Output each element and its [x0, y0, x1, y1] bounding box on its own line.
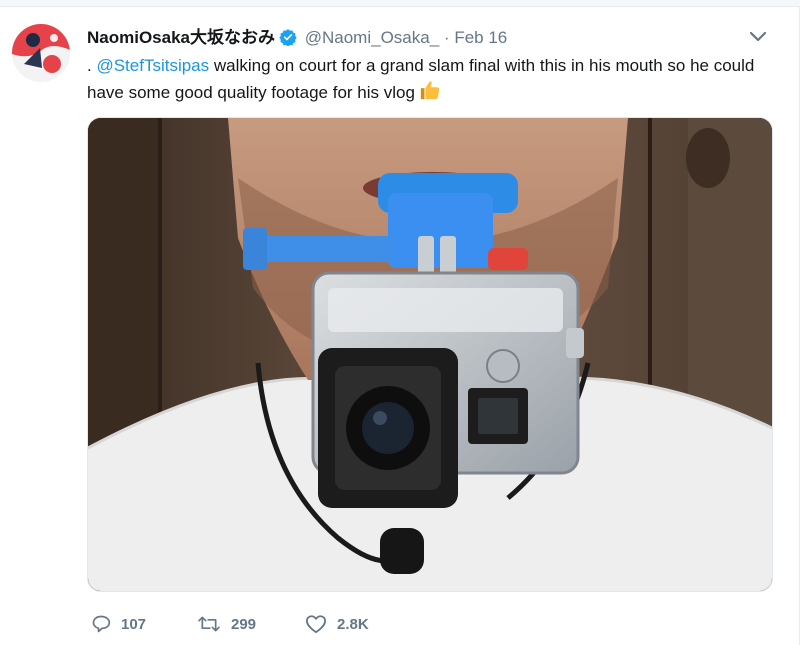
reply-icon [92, 615, 111, 633]
verified-badge-icon [279, 28, 297, 51]
retweet-count: 299 [231, 615, 257, 633]
tweet-header: NaomiOsaka大坂なおみ @Naomi_Osaka_ · Feb 16 [87, 23, 507, 47]
reply-count: 107 [121, 615, 147, 633]
top-divider [0, 0, 800, 7]
photo-gopro [88, 118, 772, 591]
tweet-text: . @StefTsitsipas walking on court for a … [87, 52, 777, 109]
avatar[interactable] [12, 24, 70, 82]
heart-icon [305, 615, 326, 634]
like-button[interactable]: 2.8K [305, 609, 369, 639]
display-name[interactable]: NaomiOsaka大坂なおみ [87, 28, 275, 47]
header-separator: · [443, 28, 450, 47]
reply-button[interactable]: 107 [91, 609, 146, 639]
mention-link[interactable]: @StefTsitsipas [96, 56, 209, 75]
chevron-down-icon[interactable] [749, 30, 767, 42]
like-count: 2.8K [337, 615, 369, 633]
avatar-image [12, 24, 70, 82]
tweet-card: NaomiOsaka大坂なおみ @Naomi_Osaka_ · Feb 16 .… [0, 0, 800, 645]
retweet-icon [198, 616, 220, 632]
user-handle[interactable]: @Naomi_Osaka_ [305, 28, 439, 47]
retweet-button[interactable]: 299 [197, 609, 256, 639]
tweet-media-image[interactable] [87, 117, 773, 592]
tweet-date[interactable]: Feb 16 [454, 28, 507, 47]
thumbs-up-icon [419, 79, 441, 109]
